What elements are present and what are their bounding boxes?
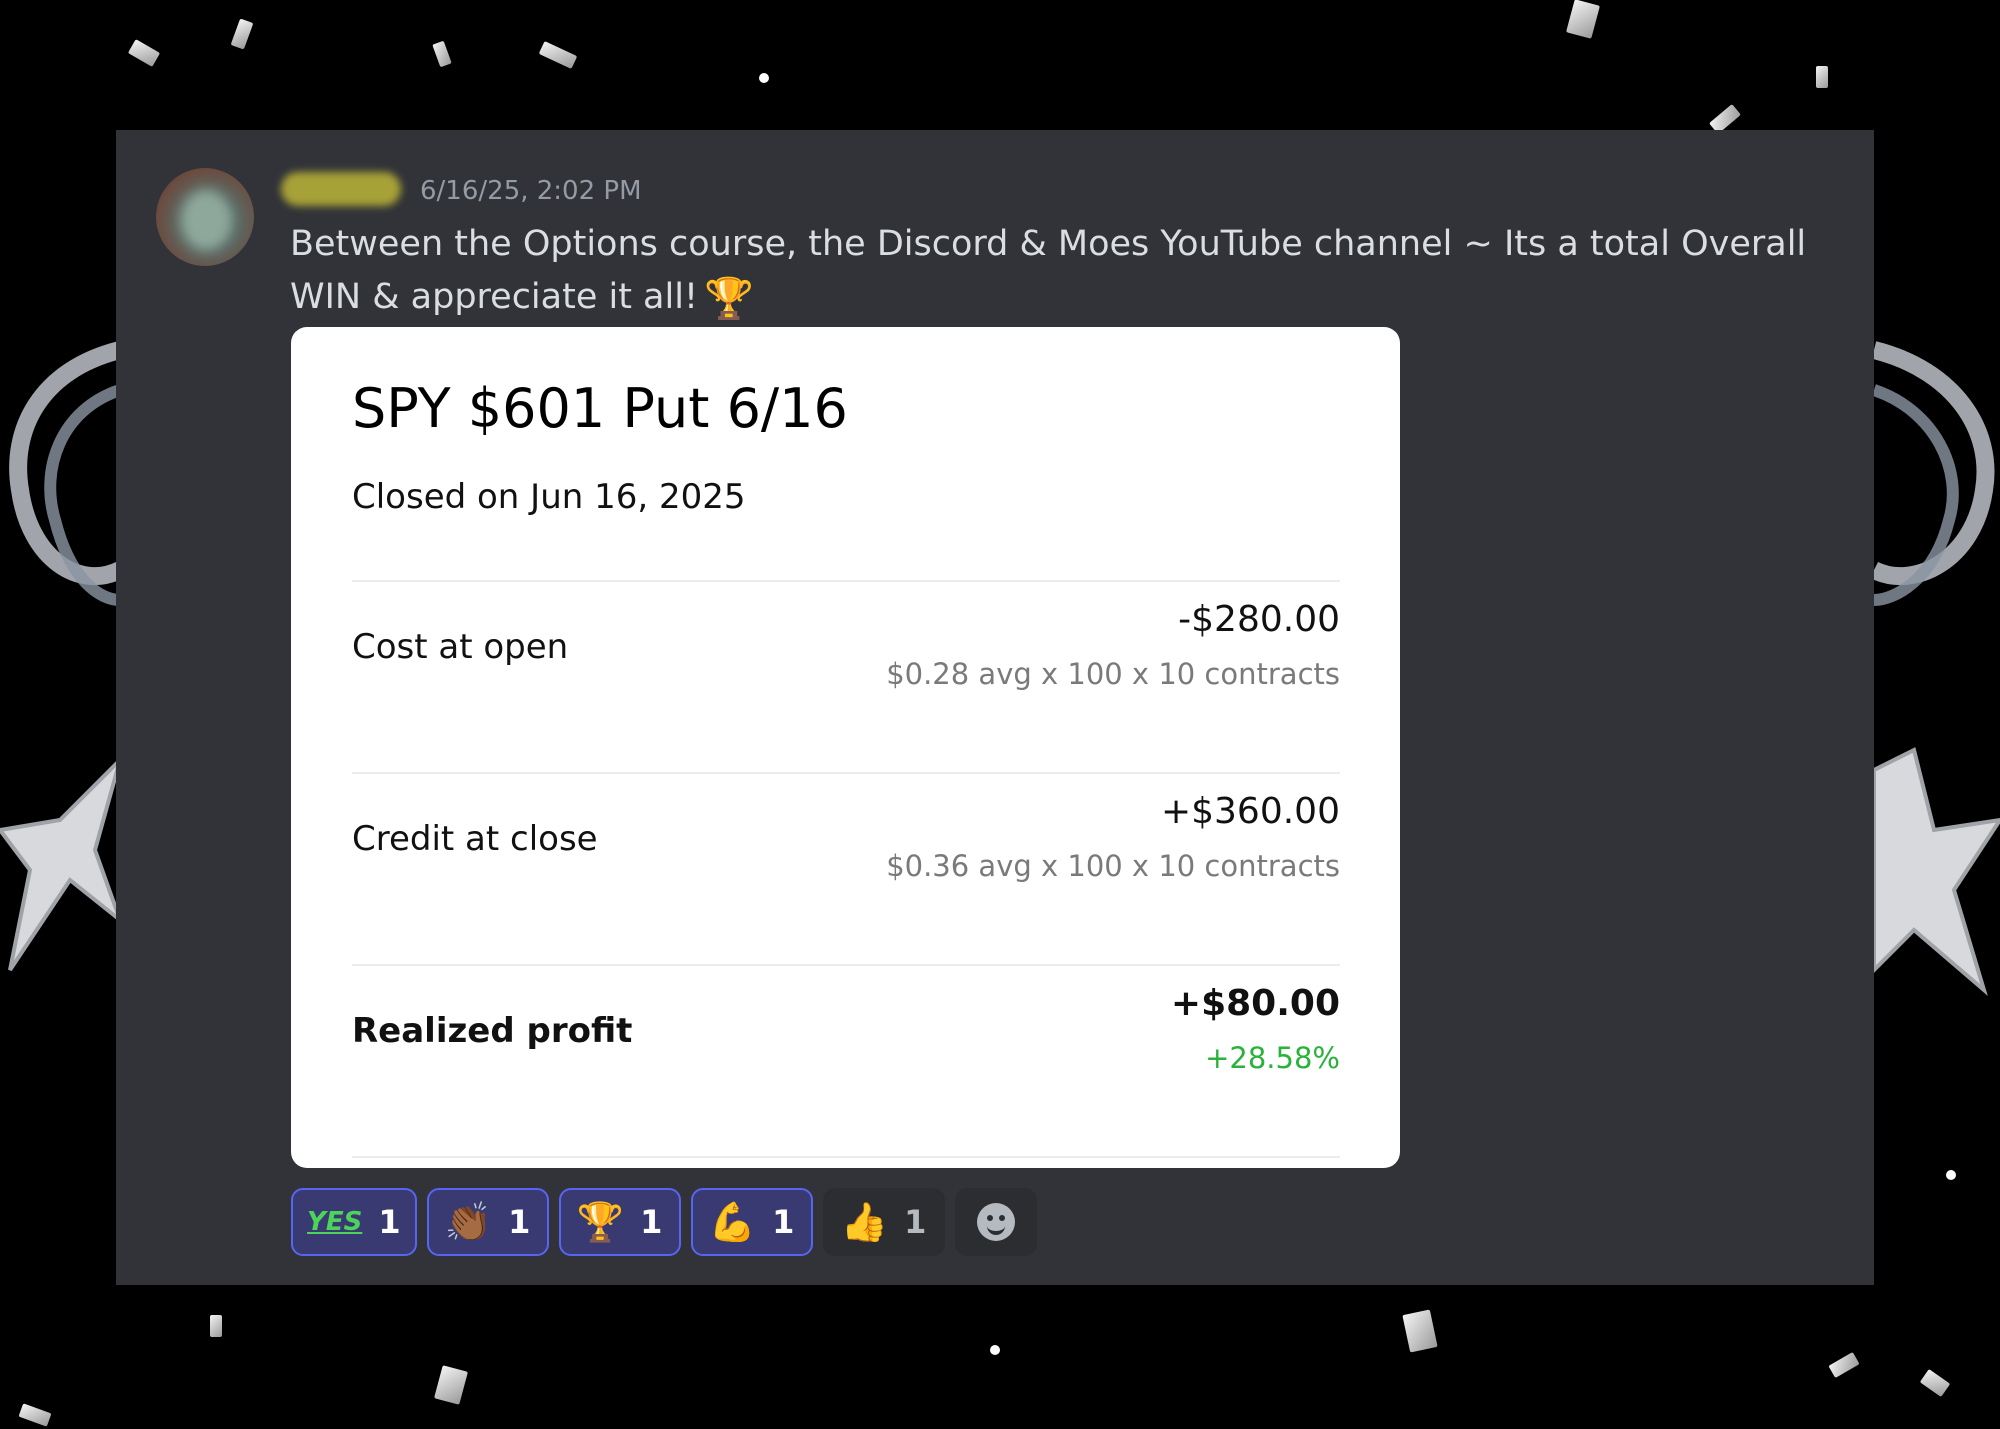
message-text: Between the Options course, the Discord … [290, 218, 1850, 326]
message-timestamp: 6/16/25, 2:02 PM [420, 176, 642, 206]
message-body: Between the Options course, the Discord … [290, 224, 1807, 317]
confetti-piece [432, 40, 452, 68]
reaction-count: 1 [508, 1203, 531, 1241]
row-value-cost-at-open: -$280.00 [1178, 599, 1340, 640]
reaction-flexed-biceps[interactable]: 💪 1 [690, 1188, 813, 1256]
yes-emoji-icon: YES [307, 1207, 363, 1237]
avatar[interactable] [156, 168, 254, 266]
reaction-yes[interactable]: YES 1 [291, 1188, 417, 1256]
balloon-star-left-decoration [0, 757, 120, 972]
thumbs-up-icon: 👍 [840, 1199, 889, 1244]
confetti-piece [210, 1315, 222, 1337]
divider [352, 772, 1340, 774]
divider [352, 580, 1340, 582]
reaction-count: 1 [904, 1203, 927, 1241]
clapping-hands-icon: 👏🏾 [444, 1199, 493, 1244]
discord-message-panel: 6/16/25, 2:02 PM Between the Options cou… [116, 130, 1874, 1285]
row-label-cost-at-open: Cost at open [352, 627, 569, 667]
reaction-count: 1 [378, 1203, 401, 1241]
row-value-realized-profit: +$80.00 [1170, 983, 1340, 1024]
row-label-realized-profit: Realized profit [352, 1011, 633, 1051]
flexed-biceps-icon: 💪 [708, 1199, 757, 1244]
reaction-trophy[interactable]: 🏆 1 [558, 1188, 681, 1256]
confetti-piece [434, 1365, 468, 1405]
balloon-star-right-decoration [1874, 747, 2000, 996]
reaction-count: 1 [772, 1203, 795, 1241]
confetti-dot [1946, 1170, 1956, 1180]
reaction-clap[interactable]: 👏🏾 1 [426, 1188, 549, 1256]
confetti-piece [230, 18, 254, 50]
row-detail-credit-at-close: $0.36 avg x 100 x 10 contracts [886, 849, 1340, 883]
confetti-piece [127, 39, 161, 67]
confetti-piece [1566, 0, 1600, 39]
add-reaction-button[interactable] [954, 1188, 1037, 1256]
confetti-piece [1402, 1309, 1438, 1353]
row-value-credit-at-close: +$360.00 [1160, 791, 1340, 832]
balloon-ribbon-right-decoration [1874, 341, 1995, 606]
confetti-dot [990, 1345, 1000, 1355]
card-title: SPY $601 Put 6/16 [352, 377, 848, 440]
confetti-dot [759, 73, 769, 83]
username-redacted[interactable] [281, 172, 401, 206]
trophy-icon: 🏆 [704, 276, 754, 322]
confetti-piece [1919, 1368, 1951, 1398]
row-label-credit-at-close: Credit at close [352, 819, 598, 859]
trophy-icon: 🏆 [576, 1199, 625, 1244]
reaction-count: 1 [640, 1203, 663, 1241]
trade-summary-card[interactable]: SPY $601 Put 6/16 Closed on Jun 16, 2025… [291, 327, 1400, 1168]
divider [352, 964, 1340, 966]
row-detail-realized-profit-percent: +28.58% [1205, 1041, 1340, 1075]
row-detail-cost-at-open: $0.28 avg x 100 x 10 contracts [886, 657, 1340, 691]
balloon-ribbon-left-decoration [9, 341, 120, 606]
reaction-thumbs-up[interactable]: 👍 1 [822, 1188, 945, 1256]
confetti-piece [18, 1403, 52, 1427]
divider [352, 1156, 1340, 1158]
card-subtitle: Closed on Jun 16, 2025 [352, 477, 746, 517]
confetti-piece [1816, 66, 1828, 88]
reactions-bar: YES 1 👏🏾 1 🏆 1 💪 1 👍 1 [291, 1188, 1037, 1260]
confetti-piece [538, 41, 578, 69]
confetti-piece [1828, 1351, 1860, 1379]
smiley-icon [976, 1203, 1015, 1241]
